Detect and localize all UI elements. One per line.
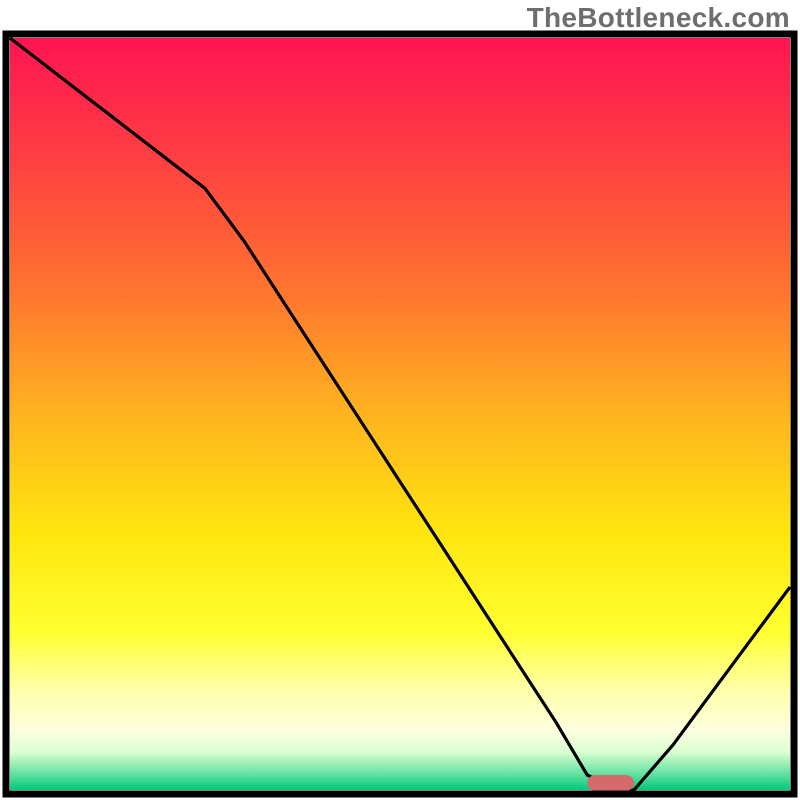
plot-background (10, 38, 790, 790)
optimal-range-marker (587, 775, 634, 791)
bottleneck-chart (0, 0, 800, 800)
chart-frame: TheBottleneck.com (0, 0, 800, 800)
